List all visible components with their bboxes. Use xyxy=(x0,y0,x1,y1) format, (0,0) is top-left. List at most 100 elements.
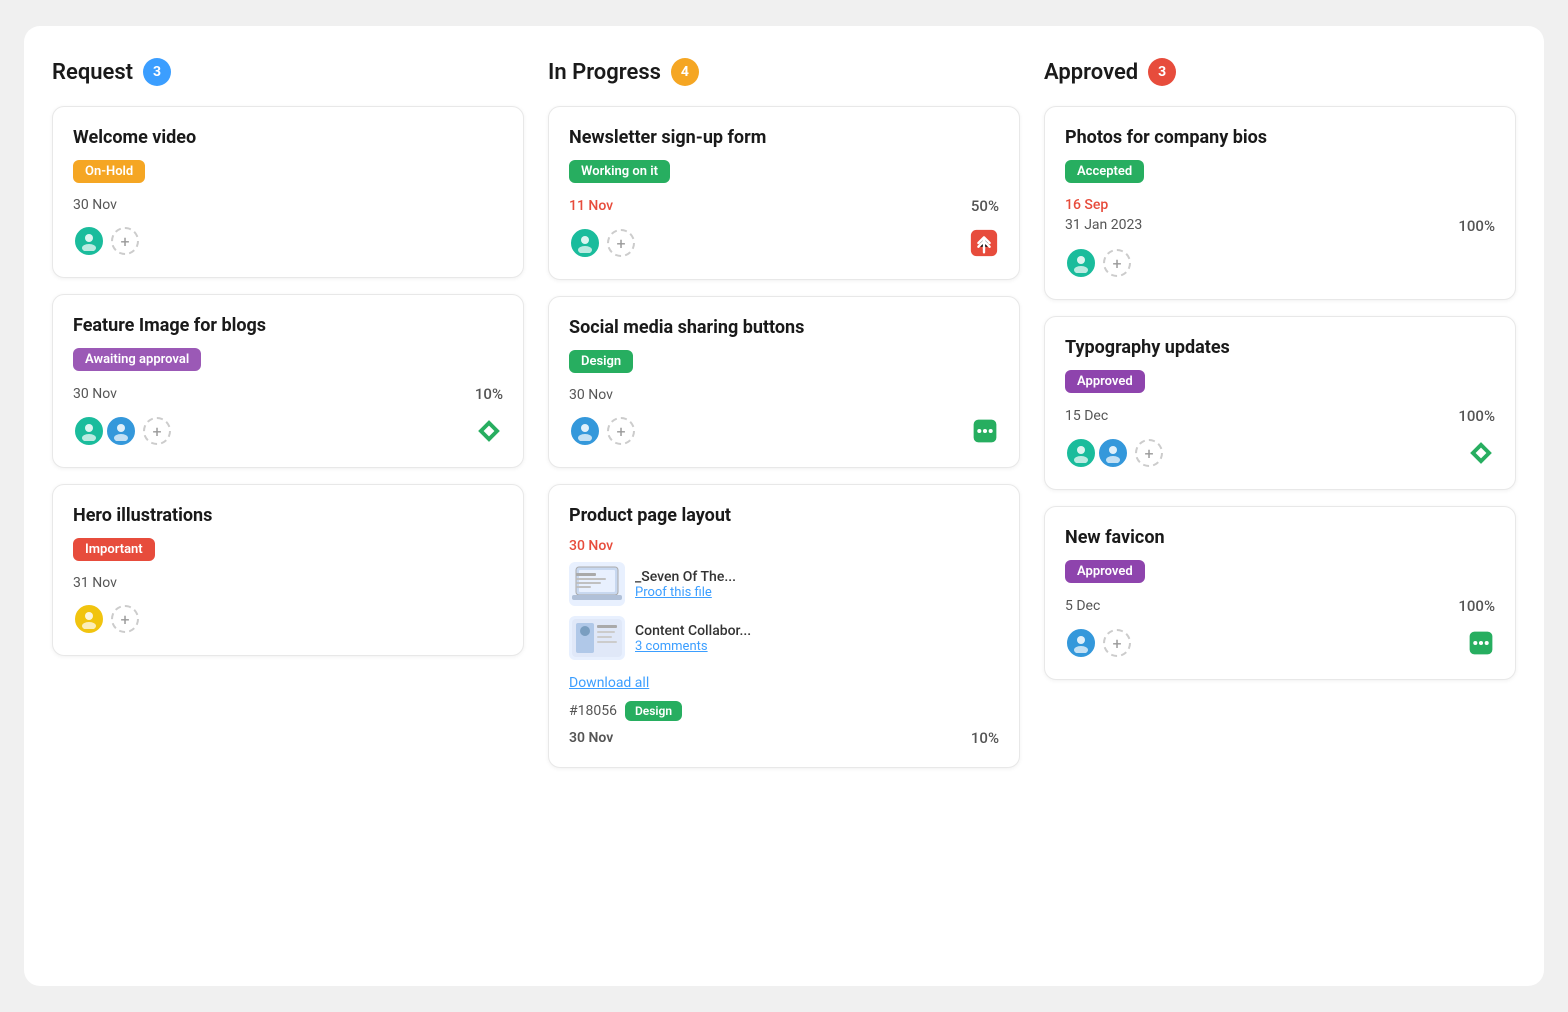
card-icon-area xyxy=(475,417,503,445)
card-date-c2: 30 Nov xyxy=(73,386,117,402)
attachments-c6: _Seven Of The... Proof this file Content… xyxy=(569,562,999,660)
card-title-c4: Newsletter sign-up form xyxy=(569,127,999,148)
file-name: _Seven Of The... xyxy=(635,569,736,585)
download-all-link[interactable]: Download all xyxy=(569,675,649,691)
add-avatar-btn[interactable]: + xyxy=(1103,249,1131,277)
card-date-c8: 15 Dec xyxy=(1065,408,1108,424)
card-c8[interactable]: Typography updates Approved 15 Dec 100% + xyxy=(1044,316,1516,490)
column-title-in-progress: In Progress xyxy=(548,60,661,85)
card-icon-area xyxy=(1467,439,1495,467)
card-date-c4: 11 Nov xyxy=(569,198,613,214)
card-tag-c4: Working on it xyxy=(569,160,670,183)
card-c3[interactable]: Hero illustrationsImportant 31 Nov + xyxy=(52,484,524,656)
card-footer-c3: + xyxy=(73,603,503,635)
card-tag-c5: Design xyxy=(569,350,633,373)
card-footer-c2: + xyxy=(73,415,503,447)
attachment-info: _Seven Of The... Proof this file xyxy=(635,569,736,600)
card-date-row-c1: 30 Nov xyxy=(73,197,503,213)
add-avatar-btn[interactable]: + xyxy=(1103,629,1131,657)
card-avatars: + xyxy=(1065,437,1163,469)
card-date-c3: 31 Nov xyxy=(73,575,117,591)
card-avatars: + xyxy=(1065,247,1131,279)
card-avatars: + xyxy=(1065,627,1131,659)
add-avatar-btn[interactable]: + xyxy=(607,229,635,257)
column-header-approved: Approved 3 xyxy=(1044,58,1516,86)
card-c5[interactable]: Social media sharing buttons Design 30 No… xyxy=(548,296,1020,468)
card-c1[interactable]: Welcome video On-Hold 30 Nov + xyxy=(52,106,524,278)
card-date-c6: 30 Nov xyxy=(569,538,613,554)
card-tag-c1: On-Hold xyxy=(73,160,145,183)
diamond-icon xyxy=(475,417,503,445)
add-avatar-btn[interactable]: + xyxy=(111,227,139,255)
card-date-c9: 5 Dec xyxy=(1065,598,1100,614)
task-tag: Design xyxy=(625,701,682,721)
card-title-c1: Welcome video xyxy=(73,127,503,148)
card-date-label: 30 Nov xyxy=(569,730,613,746)
column-header-request: Request 3 xyxy=(52,58,524,86)
card-tag-c9: Approved xyxy=(1065,560,1145,583)
task-id: #18056 xyxy=(569,703,617,719)
column-title-request: Request xyxy=(52,60,133,85)
card-avatars: 30 Nov xyxy=(569,730,613,746)
card-tag-c7: Accepted xyxy=(1065,160,1144,183)
diamond-icon xyxy=(1467,439,1495,467)
add-avatar-btn[interactable]: + xyxy=(1135,439,1163,467)
card-c6[interactable]: Product page layout30 Nov _Seven Of The.… xyxy=(548,484,1020,768)
card-avatars: + xyxy=(73,603,139,635)
card-date-row-c8: 15 Dec 100% xyxy=(1065,407,1495,425)
attachment-item: Content Collabor... 3 comments xyxy=(569,616,999,660)
column-approved: Approved 3 Photos for company bios Accept… xyxy=(1044,58,1516,954)
card-icon-area xyxy=(971,417,999,445)
card-percent: 100% xyxy=(1458,597,1495,615)
card-extra-date: 31 Jan 2023 xyxy=(1065,217,1142,235)
card-c2[interactable]: Feature Image for blogs Awaiting approval… xyxy=(52,294,524,468)
kanban-board: Request 3 Welcome videoOn-Hold 30 Nov + … xyxy=(24,26,1544,986)
task-meta-row: #18056 Design xyxy=(569,701,999,721)
card-title-c2: Feature Image for blogs xyxy=(73,315,503,336)
dots-icon xyxy=(1467,629,1495,657)
card-footer-c4: + xyxy=(569,227,999,259)
card-date-row-c2: 30 Nov 10% xyxy=(73,385,503,403)
card-title-c7: Photos for company bios xyxy=(1065,127,1495,148)
card-c9[interactable]: New favicon Approved 5 Dec 100% + xyxy=(1044,506,1516,680)
card-tag-c8: Approved xyxy=(1065,370,1145,393)
card-icon-area xyxy=(969,228,999,258)
card-c7[interactable]: Photos for company bios Accepted 16 Sep 31… xyxy=(1044,106,1516,300)
card-percent: 10% xyxy=(971,729,999,747)
file-link[interactable]: Proof this file xyxy=(635,585,736,600)
attachment-item: _Seven Of The... Proof this file xyxy=(569,562,999,606)
card-date-c1: 30 Nov xyxy=(73,197,117,213)
column-header-in-progress: In Progress 4 xyxy=(548,58,1020,86)
card-date-row-c4: 11 Nov 50% xyxy=(569,197,999,215)
card-c4[interactable]: Newsletter sign-up form Working on it 11 … xyxy=(548,106,1020,280)
card-footer-c9: + xyxy=(1065,627,1495,659)
attachment-thumb xyxy=(569,562,625,606)
dots-icon xyxy=(971,417,999,445)
add-avatar-btn[interactable]: + xyxy=(143,417,171,445)
add-avatar-btn[interactable]: + xyxy=(607,417,635,445)
card-date-row-c5: 30 Nov xyxy=(569,387,999,403)
arrow-up-icon xyxy=(969,228,999,258)
file-link[interactable]: 3 comments xyxy=(635,639,751,654)
card-title-c5: Social media sharing buttons xyxy=(569,317,999,338)
card-extra-date-row: 31 Jan 2023 100% xyxy=(1065,217,1495,235)
column-badge-in-progress: 4 xyxy=(671,58,699,86)
card-icon-area xyxy=(1467,629,1495,657)
card-tag-c2: Awaiting approval xyxy=(73,348,201,371)
card-percent: 100% xyxy=(1458,407,1495,425)
card-date-red-c7: 16 Sep xyxy=(1065,197,1495,213)
add-avatar-btn[interactable]: + xyxy=(111,605,139,633)
column-in-progress: In Progress 4 Newsletter sign-up form Wor… xyxy=(548,58,1020,954)
column-request: Request 3 Welcome videoOn-Hold 30 Nov + … xyxy=(52,58,524,954)
card-footer-c1: + xyxy=(73,225,503,257)
column-badge-approved: 3 xyxy=(1148,58,1176,86)
card-title-c9: New favicon xyxy=(1065,527,1495,548)
card-date-c5: 30 Nov xyxy=(569,387,613,403)
card-title-c8: Typography updates xyxy=(1065,337,1495,358)
card-avatars: + xyxy=(569,415,635,447)
card-title-c3: Hero illustrations xyxy=(73,505,503,526)
column-title-approved: Approved xyxy=(1044,60,1138,85)
card-percent: 100% xyxy=(1458,217,1495,235)
column-badge-request: 3 xyxy=(143,58,171,86)
card-avatars: + xyxy=(569,227,635,259)
